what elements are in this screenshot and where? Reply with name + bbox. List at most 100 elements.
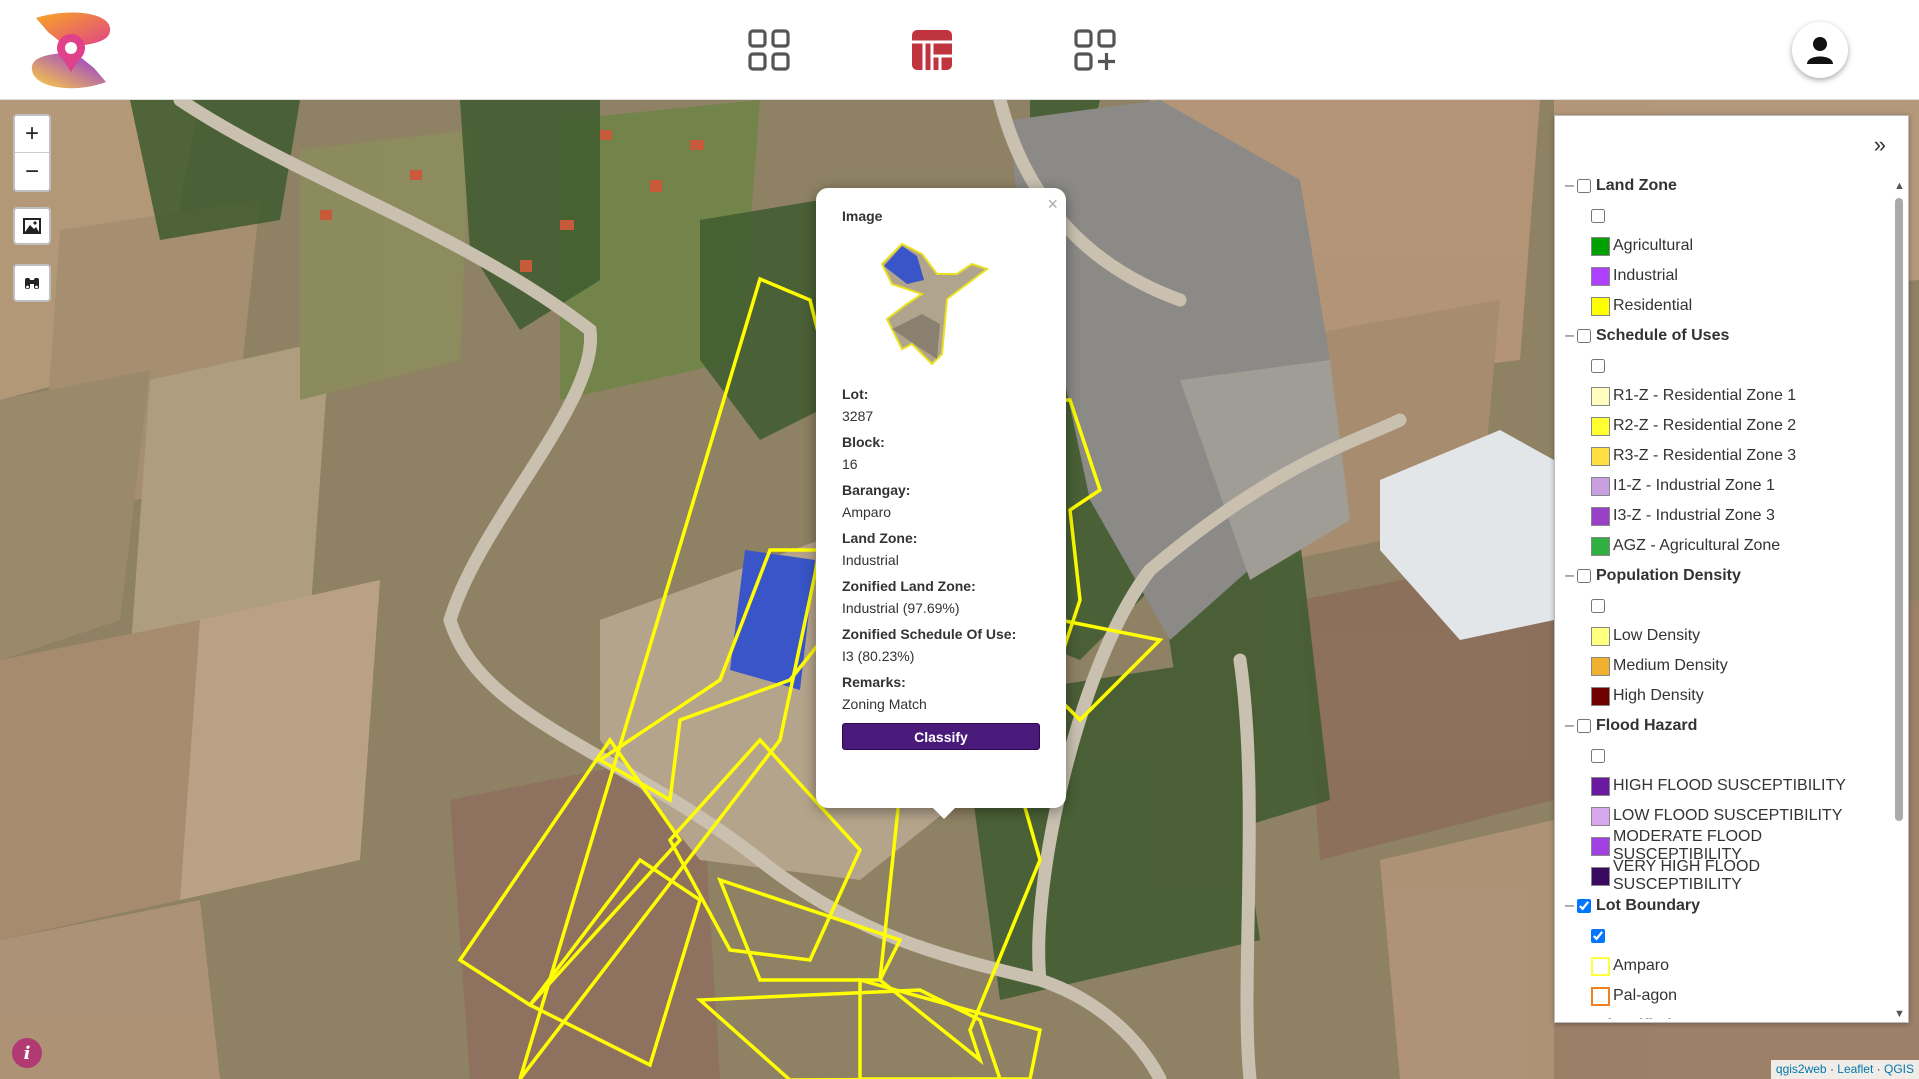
legend-item: I1-Z - Industrial Zone 1 [1555, 471, 1885, 501]
legend-item: Industrial [1555, 261, 1885, 291]
group-toggle[interactable]: – [1565, 327, 1577, 345]
group-toggle[interactable]: – [1565, 567, 1577, 585]
collapse-panel-button[interactable]: » [1874, 132, 1886, 158]
popup-image-title: Image [842, 208, 883, 224]
zoom-in-button[interactable]: + [15, 116, 49, 153]
legend-label: I3-Z - Industrial Zone 3 [1613, 507, 1775, 524]
group-name: Classified Lot [1596, 1017, 1701, 1019]
legend-item: HIGH FLOOD SUSCEPTIBILITY [1555, 771, 1885, 801]
binoculars-icon [25, 278, 39, 289]
legend-swatch [1591, 266, 1610, 286]
profile-button[interactable] [1792, 22, 1848, 78]
group-name: Flood Hazard [1596, 717, 1698, 734]
field-value: Industrial [842, 552, 899, 568]
info-icon: i [23, 1042, 31, 1064]
feature-popup: × Image Lot: 3287 Block: 16 Barangay: Am… [816, 188, 1066, 819]
app-logo [31, 12, 111, 89]
lot-thumbnail [880, 242, 990, 366]
search-button[interactable] [13, 264, 51, 302]
map-layout-icon [912, 30, 952, 70]
group-checkbox[interactable] [1577, 719, 1591, 733]
group-toggle[interactable]: – [1565, 1017, 1577, 1019]
layer-list: – Land Zone Agricultural Industrial Resident… [1555, 171, 1885, 1019]
attribution-qgis2web[interactable]: qgis2web [1776, 1062, 1827, 1076]
group-checkbox[interactable] [1577, 569, 1591, 583]
layers-panel: » – Land Zone Agricultural Industrial Reside… [1554, 115, 1909, 1023]
legend-item: AGZ - Agricultural Zone [1555, 531, 1885, 561]
legend-swatch [1591, 656, 1610, 676]
nav-dashboard-button[interactable] [747, 28, 791, 72]
nav-add-button[interactable] [1073, 28, 1117, 72]
field-label: Remarks: [842, 674, 906, 690]
field-value: 16 [842, 456, 858, 472]
map-attribution: qgis2web · Leaflet · QGIS [1770, 1060, 1919, 1079]
legend-swatch [1591, 416, 1610, 436]
legend-item: R1-Z - Residential Zone 1 [1555, 381, 1885, 411]
group-toggle[interactable]: – [1565, 897, 1577, 915]
layer-list-scrollbar[interactable]: ▲ ▼ [1892, 181, 1906, 1020]
group-name: Population Density [1596, 567, 1741, 584]
app-header [0, 0, 1919, 100]
scroll-up-arrow[interactable]: ▲ [1894, 181, 1905, 192]
scroll-thumb[interactable] [1895, 198, 1903, 821]
subgroup-checkbox[interactable] [1591, 929, 1605, 943]
field-lot: Lot: 3287 [842, 383, 1040, 427]
legend-item: VERY HIGH FLOOD SUSCEPTIBILITY [1555, 858, 1885, 893]
group-name: Schedule of Uses [1596, 327, 1730, 344]
popup-close-button[interactable]: × [1047, 194, 1058, 215]
layer-group-flood-hazard: – Flood Hazard [1555, 711, 1885, 741]
legend-swatch [1591, 476, 1610, 496]
layer-group-land-zone: – Land Zone [1555, 171, 1885, 201]
field-barangay: Barangay: Amparo [842, 479, 1040, 523]
attribution-qgis[interactable]: QGIS [1884, 1062, 1914, 1076]
legend-swatch [1591, 536, 1610, 556]
legend-swatch [1591, 776, 1610, 796]
layer-subgroup [1555, 351, 1885, 381]
subgroup-checkbox[interactable] [1591, 599, 1605, 613]
photo-button[interactable] [13, 207, 51, 245]
attribution-leaflet[interactable]: Leaflet [1837, 1062, 1873, 1076]
legend-item: R2-Z - Residential Zone 2 [1555, 411, 1885, 441]
group-toggle[interactable]: – [1565, 717, 1577, 735]
legend-label: I1-Z - Industrial Zone 1 [1613, 477, 1775, 494]
field-label: Land Zone: [842, 530, 918, 546]
legend-label: High Density [1613, 687, 1704, 704]
nav-map-button[interactable] [910, 28, 954, 72]
field-value: Industrial (97.69%) [842, 600, 960, 616]
image-icon [23, 218, 41, 234]
legend-item: Pal-agon [1555, 981, 1885, 1011]
layer-subgroup [1555, 201, 1885, 231]
legend-item: Amparo [1555, 951, 1885, 981]
subgroup-checkbox[interactable] [1591, 359, 1605, 373]
scroll-down-arrow[interactable]: ▼ [1894, 1009, 1905, 1020]
popup-fields: Lot: 3287 Block: 16 Barangay: Amparo Lan… [842, 383, 1040, 715]
info-button[interactable]: i [12, 1038, 42, 1068]
legend-item: High Density [1555, 681, 1885, 711]
field-label: Barangay: [842, 482, 911, 498]
subgroup-checkbox[interactable] [1591, 209, 1605, 223]
layer-group-population-density: – Population Density [1555, 561, 1885, 591]
legend-label: Pal-agon [1613, 987, 1678, 1004]
field-land-zone: Land Zone: Industrial [842, 527, 1040, 571]
group-checkbox[interactable] [1577, 899, 1591, 913]
legend-item: R3-Z - Residential Zone 3 [1555, 441, 1885, 471]
field-zonified-schedule: Zonified Schedule Of Use: I3 (80.23%) [842, 623, 1040, 667]
field-zonified-land-zone: Zonified Land Zone: Industrial (97.69%) [842, 575, 1040, 619]
user-icon [1807, 37, 1833, 64]
legend-label: Agricultural [1613, 237, 1694, 254]
legend-label: Amparo [1613, 957, 1670, 974]
legend-swatch [1591, 446, 1610, 466]
legend-swatch [1591, 296, 1610, 316]
legend-item: LOW FLOOD SUSCEPTIBILITY [1555, 801, 1885, 831]
subgroup-checkbox[interactable] [1591, 749, 1605, 763]
legend-swatch [1591, 836, 1610, 856]
legend-swatch [1591, 686, 1610, 706]
legend-item: Medium Density [1555, 651, 1885, 681]
zoom-out-button[interactable]: − [15, 153, 49, 190]
classify-button[interactable]: Classify [842, 723, 1040, 750]
group-toggle[interactable]: – [1565, 177, 1577, 195]
zoom-control: + − [13, 114, 51, 192]
group-checkbox[interactable] [1577, 329, 1591, 343]
group-checkbox[interactable] [1577, 179, 1591, 193]
legend-label: Low Density [1613, 627, 1701, 644]
